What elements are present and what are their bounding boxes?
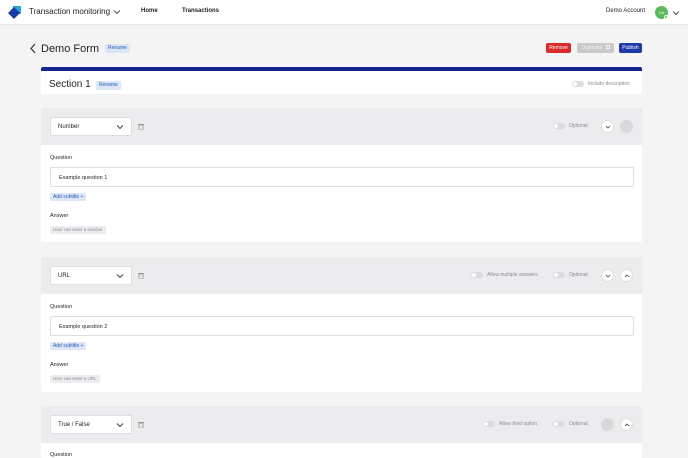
move-up-button[interactable] bbox=[620, 418, 633, 431]
question-card-3: True / False Allow third option Optional… bbox=[41, 406, 642, 458]
app-title[interactable]: Transaction monitoring bbox=[29, 7, 110, 16]
rename-section-button[interactable]: Rename bbox=[96, 81, 121, 90]
question-type-select[interactable]: URL bbox=[50, 266, 132, 285]
question-input-value: Example question 2 bbox=[59, 324, 108, 330]
move-down-button[interactable] bbox=[601, 269, 614, 282]
question-input-value: Example question 1 bbox=[59, 175, 108, 181]
question-type-select[interactable]: True / False bbox=[50, 415, 132, 434]
answer-label: Answer bbox=[50, 362, 69, 368]
question-header: Number Optional bbox=[41, 108, 642, 145]
answer-hint: User can enter a URL bbox=[50, 375, 100, 383]
publish-button[interactable]: Publish bbox=[619, 43, 642, 53]
chevron-down-icon[interactable] bbox=[112, 7, 122, 17]
copy-icon bbox=[605, 45, 610, 49]
optional-label: Optional bbox=[569, 123, 588, 129]
question-header: True / False Allow third option Optional bbox=[41, 406, 642, 443]
move-up-button[interactable] bbox=[620, 120, 633, 133]
answer-label: Answer bbox=[50, 213, 69, 219]
question-card-2: URL Allow multiple answers Optional Ques… bbox=[41, 257, 642, 392]
duplicate-button-label: Duplicate bbox=[581, 45, 603, 51]
add-subtitle-button[interactable]: Add subtitle + bbox=[50, 342, 87, 350]
nav-home-link[interactable]: Home bbox=[141, 8, 158, 14]
back-arrow-icon[interactable] bbox=[29, 43, 37, 54]
question-type-value: True / False bbox=[58, 422, 90, 428]
question-card-1: Number Optional Question Example questio… bbox=[41, 108, 642, 242]
chevron-up-icon bbox=[624, 274, 630, 278]
optional-toggle[interactable] bbox=[553, 123, 565, 129]
online-status-icon bbox=[664, 15, 668, 19]
question-label: Question bbox=[50, 452, 73, 458]
optional-toggle[interactable] bbox=[553, 272, 565, 278]
trash-icon[interactable] bbox=[138, 272, 144, 279]
move-down-button[interactable] bbox=[601, 418, 614, 431]
optional-label: Optional bbox=[569, 421, 588, 427]
chevron-up-icon bbox=[624, 423, 630, 427]
move-up-button[interactable] bbox=[620, 269, 633, 282]
add-subtitle-button[interactable]: Add subtitle + bbox=[50, 193, 87, 201]
optional-toggle[interactable] bbox=[553, 421, 565, 427]
allow-third-option-label: Allow third option bbox=[499, 421, 538, 427]
top-nav: Transaction monitoring Home Transactions… bbox=[0, 0, 688, 25]
include-description-toggle[interactable] bbox=[572, 81, 584, 87]
rename-form-button[interactable]: Rename bbox=[105, 44, 130, 53]
app-logo-icon bbox=[8, 6, 21, 19]
trash-icon[interactable] bbox=[138, 421, 144, 428]
question-input[interactable]: Example question 2 bbox=[50, 316, 634, 336]
allow-third-option-toggle[interactable] bbox=[483, 421, 495, 427]
allow-multiple-answers-label: Allow multiple answers bbox=[487, 272, 538, 278]
chevron-down-icon bbox=[116, 274, 124, 279]
allow-multiple-answers-toggle[interactable] bbox=[471, 272, 483, 278]
question-type-value: Number bbox=[58, 124, 80, 130]
question-header: URL Allow multiple answers Optional bbox=[41, 257, 642, 294]
section-card: Section 1 Rename Include description bbox=[41, 67, 642, 94]
nav-transactions-link[interactable]: Transactions bbox=[182, 8, 219, 14]
chevron-down-icon bbox=[116, 125, 124, 130]
answer-hint: User can enter a number bbox=[50, 226, 106, 234]
chevron-down-icon bbox=[605, 125, 611, 129]
include-description-label: Include description bbox=[588, 81, 630, 87]
question-input[interactable]: Example question 1 bbox=[50, 167, 634, 187]
move-down-button[interactable] bbox=[601, 120, 614, 133]
optional-label: Optional bbox=[569, 272, 588, 278]
duplicate-button[interactable]: Duplicate bbox=[577, 43, 614, 53]
question-label: Question bbox=[50, 304, 73, 310]
question-type-select[interactable]: Number bbox=[50, 117, 132, 136]
question-label: Question bbox=[50, 155, 73, 161]
page-title: Demo Form bbox=[41, 43, 100, 55]
remove-button[interactable]: Remove bbox=[546, 43, 571, 53]
chevron-down-icon bbox=[116, 423, 124, 428]
trash-icon[interactable] bbox=[138, 123, 144, 130]
account-chevron-down-icon[interactable] bbox=[671, 8, 681, 18]
question-type-value: URL bbox=[58, 273, 71, 279]
chevron-down-icon bbox=[605, 274, 611, 278]
account-name[interactable]: Demo Account bbox=[606, 8, 645, 14]
section-title: Section 1 bbox=[49, 79, 91, 90]
